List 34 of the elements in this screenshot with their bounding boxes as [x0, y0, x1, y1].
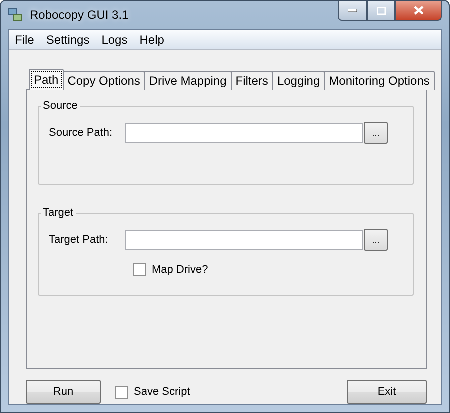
group-title: Target [42, 207, 75, 219]
field-label: Source Path: [49, 127, 114, 139]
window-title: Robocopy GUI 3.1 [30, 8, 129, 22]
tab[interactable]: Filters [230, 71, 274, 90]
maximize-icon [376, 6, 386, 14]
exit-button[interactable]: Exit [347, 380, 427, 404]
checkbox-label: Save Script [134, 386, 190, 398]
maximize-button[interactable] [367, 1, 395, 21]
path-field[interactable] [125, 230, 363, 250]
checkbox-label: Map Drive? [152, 264, 208, 276]
menu-item[interactable]: File [11, 32, 38, 46]
tab[interactable]: Monitoring Options [324, 71, 435, 90]
path-field[interactable] [125, 123, 363, 143]
minimize-button[interactable] [338, 1, 367, 21]
field-label: Target Path: [49, 234, 110, 246]
tab[interactable]: Path [29, 69, 64, 90]
save-script-option[interactable]: Save Script [115, 386, 190, 398]
run-button[interactable]: Run [26, 380, 101, 404]
map-drive-option[interactable]: Map Drive? [133, 263, 403, 276]
menu-item[interactable]: Logs [98, 32, 132, 46]
tab[interactable]: Copy Options [62, 71, 146, 90]
browse-button[interactable]: ... [364, 122, 388, 144]
checkbox[interactable] [133, 263, 146, 276]
minimize-icon [348, 8, 357, 12]
menu-item[interactable]: Settings [42, 32, 94, 46]
group-title: Source [42, 100, 79, 112]
menu-item[interactable]: Help [136, 32, 168, 46]
close-button[interactable] [395, 1, 442, 21]
browse-button[interactable]: ... [364, 229, 388, 251]
tab[interactable]: Drive Mapping [144, 71, 232, 90]
checkbox[interactable] [115, 386, 128, 398]
app-icon [8, 7, 24, 23]
close-icon [414, 6, 424, 15]
tab[interactable]: Logging [272, 71, 326, 90]
